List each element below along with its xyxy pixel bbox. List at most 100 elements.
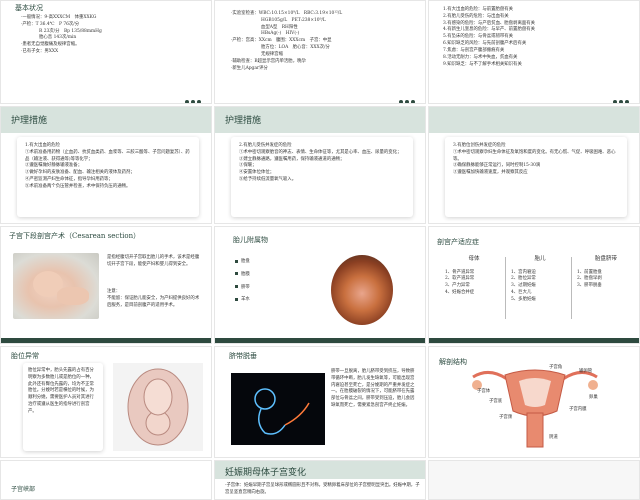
anatomy-label: 子宫体	[477, 389, 491, 394]
anatomy-label: 子宫颈	[499, 415, 513, 420]
slide-anatomy[interactable]: 解剖结构 输卵管 子宫体 子宫底 卵巢 子宫颈 阴道 子宫内膜 子宫角	[428, 346, 640, 458]
slide-uterus-changes[interactable]: 妊娠期母体子宫变化 ·子宫体：妊娠早期子宫呈球形或椭圆形且不对称。受精卵着床部位…	[214, 460, 426, 500]
col-item: 3、过期妊娠	[511, 283, 536, 289]
indications-col-mother: 母体 1、骨产道异常 2、软产道异常 3、产力异常 4、妊娠合并症	[445, 255, 503, 297]
appendage-label: 脐带	[241, 284, 250, 290]
slide-title: 护理措施	[225, 116, 262, 126]
diagnosis-item: 8.活动无耐力：与术中失血，贫血有关	[443, 54, 518, 60]
slide-title: 护理措施	[11, 116, 48, 126]
basic-status-title: 基本状况	[15, 4, 43, 12]
diagnosis-item: 1.有大出血的危险：与前置胎盘有关	[443, 7, 514, 12]
slide-indications[interactable]: 剖宫产适应症 母体 1、骨产道异常 2、软产道异常 3、产力异常 4、妊娠合并症…	[428, 226, 640, 344]
col-head: 母体	[468, 256, 480, 262]
appendage-label: 胎膜	[241, 271, 250, 277]
slide-cesarean[interactable]: 子宫下段剖宫产术（Cesarean section） 是指经腹切开子宫取出胎儿的…	[0, 226, 212, 344]
slide-lab-exam[interactable]: ·实验室检查：WBC:10.15×10⁹/L RBC:3.19×10¹²/L H…	[214, 0, 426, 104]
col-head: 胎儿	[534, 256, 546, 262]
nursing-card: 2.有胎儿受伤并发症的危险 ①术中密切观察胎音的神志、表情、生命体征等，尤其是心…	[231, 137, 413, 217]
nursing-card: 1.有大出血的危险 ①术前准备用药物（止血药、抗贫血类药、血浆等、三胶三酸等、子…	[17, 137, 199, 217]
lab-line: 血型A型 RH阳性	[261, 24, 298, 30]
appendage-list: 胎盘 胎膜 脐带 羊水	[235, 259, 250, 310]
lab-line: 胎方位：LOA 胎心音：XXX次/分	[261, 45, 330, 51]
indications-col-fetus: 胎儿 1、宫内窘迫 2、胎位异常 3、过期妊娠 4、巨大儿 5、多胎妊娠	[511, 255, 569, 304]
fetal-position-text: 胎位异常中，胎头先露的占有百分明察为多数胎儿或是胎位的一种，此外还有臀位先露的，…	[28, 368, 94, 414]
divider	[571, 257, 572, 319]
col-item: 4、妊娠合并症	[445, 290, 475, 295]
slide-dots	[611, 89, 629, 103]
lab-line: HGB105g/L PET:238×10⁹/L	[261, 17, 326, 23]
slide-fetal-appendages[interactable]: 胎儿附属物 胎盘 胎膜 脐带 羊水	[214, 226, 426, 344]
slide-header: 护理措施	[1, 107, 211, 133]
slide-dots	[397, 89, 415, 103]
baby-photo	[13, 253, 99, 319]
slide-isthmus[interactable]: 子宫峡部	[0, 460, 212, 500]
uterus-anatomy-diagram	[472, 369, 598, 448]
cesarean-note: 注意： 不能留：保证胎儿能安全，为产妇提供良好的术后服务，是目前剖腹产的适用手术…	[107, 289, 200, 308]
appendage-item: 胎盘	[235, 259, 250, 266]
slide-fetal-position[interactable]: 胎位异常 胎位异常中，胎头先露的占有百分明察为多数胎儿或是胎位的一种，此外还有臀…	[0, 346, 212, 458]
slide-nursing-3[interactable]: 3.有胎位创伤并发症的危险 ①术中密切观察孕妇生命体征及氧饱和度的变化。有无心慌…	[428, 106, 640, 224]
basic-line: ·一般情况：9-高XXXCM 体重XXKG	[21, 15, 97, 20]
anatomy-label: 子宫底	[489, 399, 503, 404]
slide-basic-status[interactable]: 基本状况 ·一般情况：9-高XXXCM 体重XXKG ·产检：T 36.4℃ P…	[0, 0, 212, 104]
placenta-image	[331, 255, 393, 325]
anatomy-label: 输卵管	[579, 369, 593, 374]
slide-cord-prolapse[interactable]: 脐带脱垂 脐带一旦脱离，胎儿脐带受到挤压，导致脐带循环中断，胎儿发生缺氧等，可能…	[214, 346, 426, 458]
nursing-card-text: 3.有胎位创伤并发症的危险 ①术中密切观察孕妇生命体征及氧饱和度的变化。有无心慌…	[453, 143, 616, 176]
basic-line: ·已有子女：男XXX	[21, 49, 59, 55]
slide-title: 剖宫产适应症	[437, 238, 479, 246]
lab-line: ·辅助检查：B超显示宫内单活胎，晚孕	[231, 58, 306, 64]
slide-nursing-2[interactable]: 护理措施 2.有胎儿受伤并发症的危险 ①术中密切观察胎音的神志、表情、生命体征等…	[214, 106, 426, 224]
slide-dots	[183, 89, 201, 103]
slide-nursing-1[interactable]: 护理措施 1.有大出血的危险 ①术前准备用药物（止血药、抗贫血类药、血浆等、三胶…	[0, 106, 212, 224]
slide-title: 胎儿附属物	[233, 236, 268, 244]
slide-footer-bar	[1, 338, 211, 343]
appendage-item: 羊水	[235, 297, 250, 304]
slide-title: 脐带脱垂	[229, 352, 257, 360]
slide-header: 护理措施	[215, 107, 425, 133]
uterus-changes-text: ·子宫体：妊娠早期子宫呈球形或椭圆形且不对称。受精卵着床部位的子宫壁明显突出。妊…	[225, 483, 420, 495]
fetal-position-card: 胎位异常中，胎头先露的占有百分明察为多数胎儿或是胎位的一种，此外还有臀位先露的，…	[23, 363, 103, 451]
cesarean-description: 是指经腹切开子宫取出胎儿的手术，该术是经腹切开子宫下段，能使产妇和婴儿得到安全。	[107, 255, 200, 267]
diagnosis-item: 2.有胎儿受伤的危险：与出血有关	[443, 13, 509, 19]
basic-line: ·产检：T 36.4℃ P 76次/分	[21, 21, 80, 27]
slide-blank[interactable]	[428, 460, 640, 500]
appendage-label: 胎盘	[241, 259, 250, 264]
col-item: 5、多胎妊娠	[511, 296, 536, 302]
slide-footer-bar	[215, 338, 425, 343]
indications-col-placenta: 胎盘脐带 1、前置胎盘 2、胎盘早剥 3、脐带脱垂	[577, 255, 635, 290]
diagnosis-list: 1.有大出血的危险：与前置胎盘有关 2.有胎儿受伤的危险：与出血有关 3.有感染…	[443, 7, 535, 68]
anatomy-label: 子宫角	[549, 365, 563, 370]
slide-title: 子宫下段剖宫产术（Cesarean section）	[9, 232, 141, 240]
nursing-card-text: 2.有胎儿受伤并发症的危险 ①术中密切观察胎音的神志、表情、生命体征等，尤其是心…	[239, 143, 402, 183]
slide-header	[429, 107, 639, 133]
cord-prolapse-text: 脐带一旦脱离，胎儿脐带受到挤压，导致脐带循环中断，胎儿发生缺氧等，可能出现宫内窘…	[331, 369, 415, 409]
nursing-card-text: 1.有大出血的危险 ①术前准备用药物（止血药、抗贫血类药、血浆等、三胶三酸等、子…	[25, 143, 190, 189]
lab-line: ·实验室检查：WBC:10.15×10⁹/L RBC:3.19×10¹²/L	[231, 11, 343, 16]
lab-exam-list: ·实验室检查：WBC:10.15×10⁹/L RBC:3.19×10¹²/L H…	[231, 11, 342, 72]
fetus-xray-image	[231, 373, 325, 445]
lab-line: ·新生儿Apgar评分	[231, 65, 268, 71]
nursing-card: 3.有胎位创伤并发症的危险 ①术中密切观察孕妇生命体征及氧饱和度的变化。有无心慌…	[445, 137, 627, 217]
diagnosis-item: 7.焦虑：与剖宫产腹部瘢痕有关	[443, 47, 505, 53]
diagnosis-item: 9.知识缺乏：与不了解手术相关知识有关	[443, 61, 522, 67]
slide-footer-bar	[429, 338, 639, 343]
diagnosis-item: 6.知识缺乏的风险：与先前剖腹产术后有关	[443, 41, 527, 47]
col-item: 4、巨大儿	[511, 290, 532, 295]
lab-line: 无规律宫缩	[261, 51, 283, 57]
slide-title: 妊娠期母体子宫变化	[225, 468, 307, 478]
anatomy-label: 阴道	[549, 435, 558, 440]
col-item: 3、产力异常	[445, 283, 470, 289]
col-item: 3、脐带脱垂	[577, 283, 602, 289]
slide-header: 妊娠期母体子宫变化	[215, 461, 425, 479]
appendage-item: 脐带	[235, 285, 250, 292]
fetal-position-diagram	[113, 363, 203, 451]
slide-diagnoses[interactable]: 1.有大出血的危险：与前置胎盘有关 2.有胎儿受伤的危险：与出血有关 3.有感染…	[428, 0, 640, 104]
divider	[505, 257, 506, 319]
uterus-illustration	[127, 368, 189, 446]
anatomy-label: 子宫内膜	[569, 407, 587, 412]
fetus-icon	[254, 388, 310, 435]
anatomy-label: 卵巢	[589, 395, 598, 400]
appendage-label: 羊水	[241, 297, 250, 303]
slide-title: 胎位异常	[11, 352, 39, 360]
